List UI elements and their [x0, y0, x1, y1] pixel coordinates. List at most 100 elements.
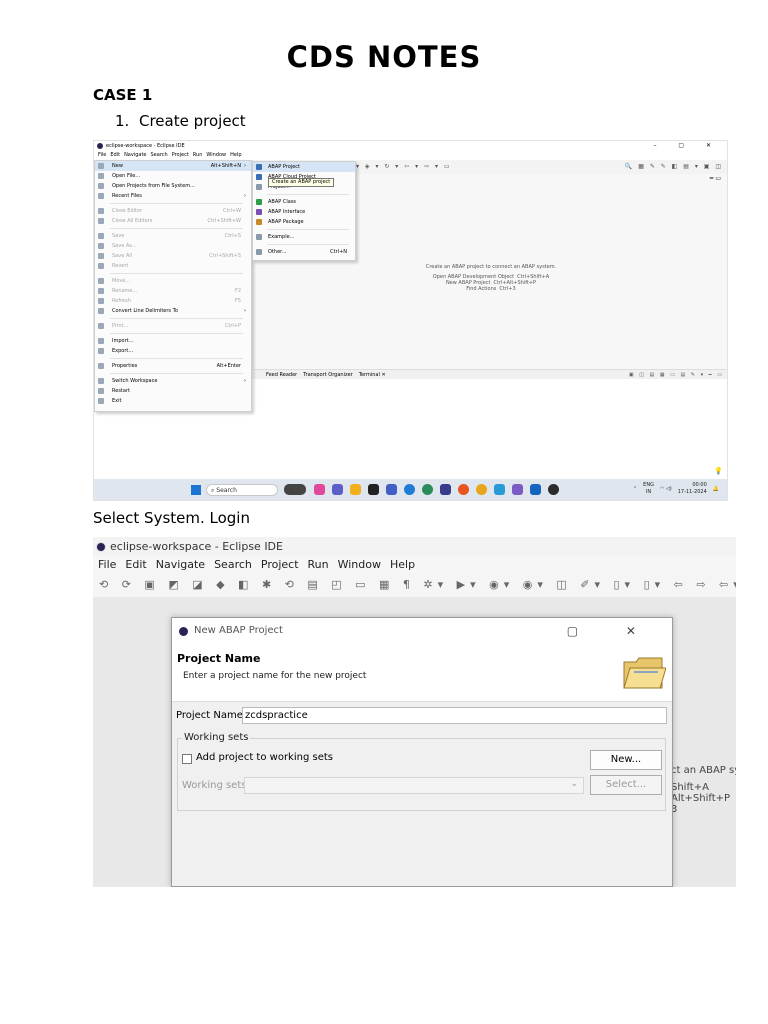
eclipse-logo-icon [179, 627, 188, 636]
tab-transport-organizer[interactable]: Transport Organizer [303, 372, 353, 378]
new-abap-project-dialog: New ABAP Project ▢ ✕ Project Name Enter … [171, 617, 673, 887]
menu-search[interactable]: Search [151, 152, 168, 158]
menu-run[interactable]: Run [193, 152, 203, 158]
file-menu-item-save-as: Save As... [95, 241, 251, 251]
new-submenu: ABAP Project ABAP Cloud Project Project...… [252, 161, 356, 261]
menu-item-label: ABAP Package [268, 219, 304, 225]
app-navy-icon[interactable] [440, 484, 451, 495]
new-submenu-item-abap-interface[interactable]: ABAP Interface [253, 207, 355, 217]
menu-item-icon [98, 218, 104, 224]
project-name-input[interactable]: zcdspractice [242, 707, 667, 724]
copilot-icon[interactable] [314, 484, 325, 495]
app-orange-icon[interactable] [458, 484, 469, 495]
notification-bell-icon[interactable]: 🔔 [713, 486, 719, 493]
menu-item-label: Exit [112, 398, 122, 404]
new-submenu-item-abap-package[interactable]: ABAP Package [253, 217, 355, 227]
minimize-maximize-icon[interactable]: ━ ▭ [710, 175, 721, 182]
menu-file[interactable]: File [98, 558, 116, 571]
app-purple-icon[interactable] [512, 484, 523, 495]
file-menu-item-close-editor: Close Editor Ctrl+W [95, 206, 251, 216]
file-menu-item-open-file[interactable]: Open File... [95, 171, 251, 181]
menu-item-icon [98, 278, 104, 284]
app-blue-icon[interactable] [494, 484, 505, 495]
menu-item-shortcut: Alt+Shift+N [210, 163, 241, 169]
perspective-icons[interactable]: 🔍 ▦ ✎ ✎ ◧ ▤ ▾ ▣ ◫ [625, 163, 723, 170]
taskbar-search[interactable]: ⌕ Search [206, 484, 278, 496]
wifi-volume-icon[interactable]: ◠ ◁) [660, 486, 672, 493]
edge-icon[interactable] [404, 484, 415, 495]
file-menu-item-restart[interactable]: Restart [95, 386, 251, 396]
teams-icon[interactable] [332, 484, 343, 495]
app-icon[interactable] [386, 484, 397, 495]
step-item: 1. Create project [115, 112, 246, 130]
file-menu-item-new[interactable]: New Alt+Shift+N › [95, 161, 251, 171]
working-sets-select[interactable]: ⌄ [244, 777, 584, 794]
menu-item-shortcut: Ctrl+Shift+W [207, 218, 241, 224]
menu-separator [110, 318, 243, 319]
menu-help[interactable]: Help [390, 558, 415, 571]
file-menu-item-close-all-editors: Close All Editors Ctrl+Shift+W [95, 216, 251, 226]
menu-window[interactable]: Window [206, 152, 226, 158]
app-green-icon[interactable] [422, 484, 433, 495]
menu-help[interactable]: Help [230, 152, 241, 158]
select-working-set-button[interactable]: Select... [590, 775, 662, 795]
menu-item-label: Save As... [112, 243, 137, 249]
file-menu-item-convert-line-delimiters-to[interactable]: Convert Line Delimiters To › [95, 306, 251, 316]
menu-item-label: Revert [112, 263, 129, 269]
tab-feed-reader[interactable]: Feed Reader [266, 372, 297, 378]
add-to-working-sets-checkbox[interactable] [182, 754, 192, 764]
new-submenu-item-abap-project[interactable]: ABAP Project [253, 162, 355, 172]
window-title: eclipse-workspace - Eclipse IDE [106, 143, 185, 149]
file-menu-item-exit[interactable]: Exit [95, 396, 251, 406]
tray-region: IN [645, 489, 652, 495]
app-dark-icon[interactable] [548, 484, 559, 495]
new-submenu-item-other[interactable]: Other... Ctrl+N [253, 247, 355, 257]
store-icon[interactable] [368, 484, 379, 495]
file-menu-item-properties[interactable]: Properties Alt+Enter [95, 361, 251, 371]
background-hint-line: Alt+Shift+P [671, 793, 731, 804]
menu-item-icon [98, 208, 104, 214]
toolbar-icons-left[interactable]: ▾ ◈ ▾ ↻ ▾ ⇦ ▾ ⇨ ▾ ▭ [356, 163, 452, 170]
menu-separator [110, 228, 243, 229]
file-menu-item-recent-files[interactable]: Recent Files › [95, 191, 251, 201]
menu-edit[interactable]: Edit [125, 558, 146, 571]
working-sets-label: Working sets: [182, 780, 250, 791]
new-submenu-item-example[interactable]: Example... [253, 232, 355, 242]
shortcut-hint-key: Ctrl+3 [499, 286, 516, 292]
menu-project[interactable]: Project [261, 558, 299, 571]
menu-navigate[interactable]: Navigate [156, 558, 205, 571]
outlook-icon[interactable] [530, 484, 541, 495]
folder-icon [623, 657, 666, 689]
menu-navigate[interactable]: Navigate [124, 152, 146, 158]
menu-edit[interactable]: Edit [110, 152, 120, 158]
menu-project[interactable]: Project [172, 152, 189, 158]
menu-file[interactable]: File [98, 152, 106, 158]
new-submenu-item-abap-class[interactable]: ABAP Class [253, 197, 355, 207]
menu-item-label: Export... [112, 348, 134, 354]
menu-window[interactable]: Window [338, 558, 381, 571]
window-controls[interactable]: – ▢ ✕ [653, 141, 721, 151]
chrome-icon[interactable] [476, 484, 487, 495]
menu-item-label: Close Editor [112, 208, 143, 214]
file-menu-item-switch-workspace[interactable]: Switch Workspace › [95, 376, 251, 386]
menu-separator [267, 194, 349, 195]
lightbulb-icon[interactable]: 💡 [714, 467, 723, 475]
file-menu-item-open-projects-from-file-system[interactable]: Open Projects from File System... [95, 181, 251, 191]
tray-chevron-icon[interactable]: ⌃ [633, 486, 637, 493]
new-working-set-button[interactable]: New... [590, 750, 662, 770]
menu-search[interactable]: Search [214, 558, 252, 571]
project-name-label: Project Name: [176, 710, 247, 721]
windows-start-icon[interactable] [191, 485, 201, 495]
menu-item-icon [98, 193, 104, 199]
status-bar: 💡 [94, 466, 727, 479]
dialog-window-controls[interactable]: ▢ ✕ [567, 618, 658, 644]
chevron-right-icon: › [244, 378, 246, 384]
widget-icon[interactable] [284, 484, 306, 495]
file-menu-item-save-all: Save All Ctrl+Shift+S [95, 251, 251, 261]
file-menu-item-import[interactable]: Import... [95, 336, 251, 346]
menu-run[interactable]: Run [308, 558, 329, 571]
toolbar-icons[interactable]: ⟲ ⟳ ▣ ◩ ◪ ◆ ◧ ✱ ⟲ ▤ ◰ ▭ ▦ ¶ ✲▾ ▶▾ ◉▾ ◉▾ … [99, 578, 736, 591]
file-explorer-icon[interactable] [350, 484, 361, 495]
tab-terminal[interactable]: Terminal ✕ [359, 372, 386, 378]
file-menu-item-export[interactable]: Export... [95, 346, 251, 356]
